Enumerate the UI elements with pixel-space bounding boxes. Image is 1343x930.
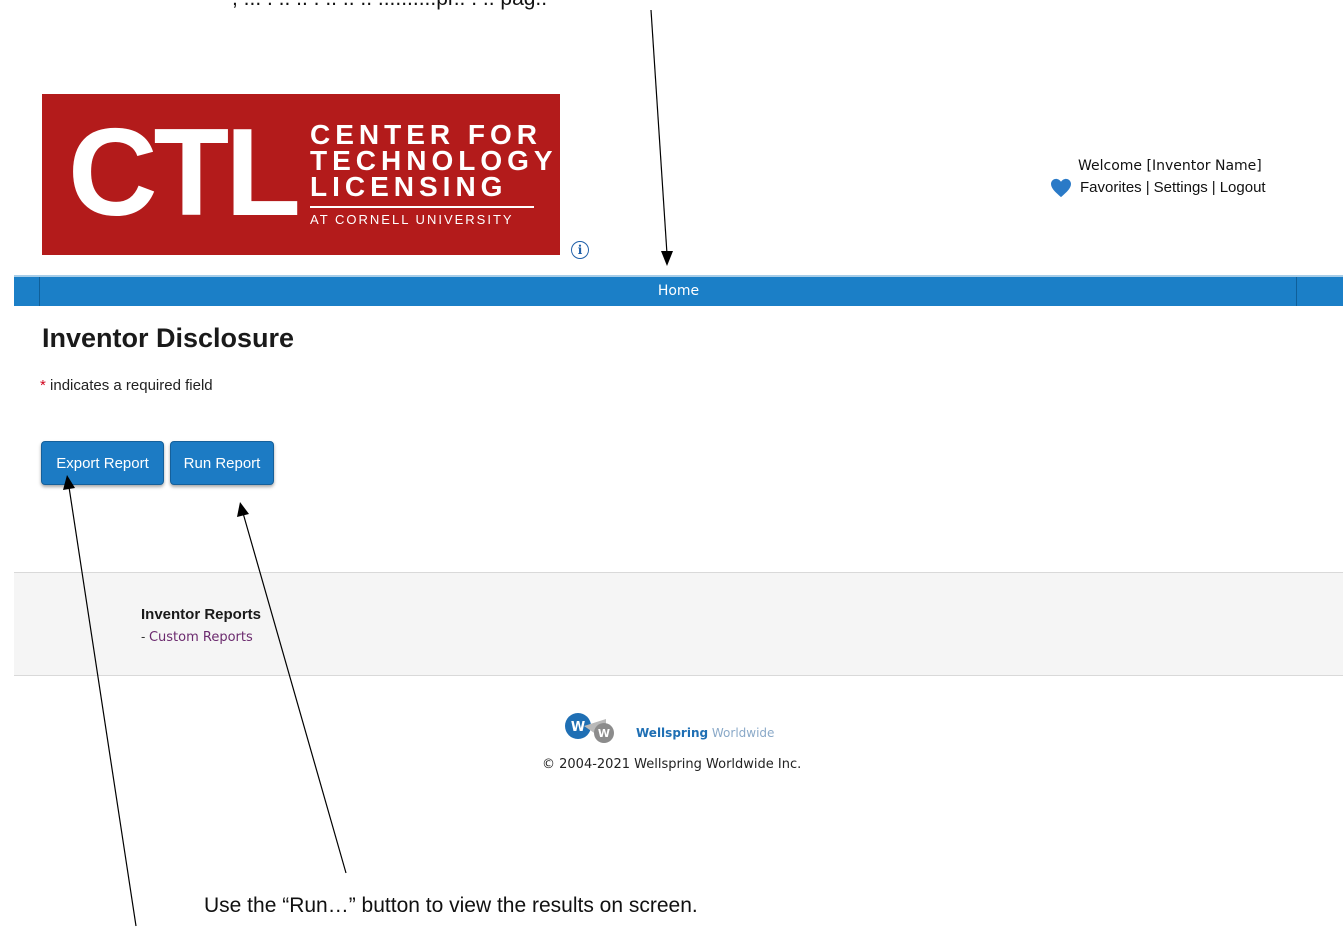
custom-reports-link[interactable]: Custom Reports bbox=[149, 630, 253, 645]
settings-link[interactable]: Settings bbox=[1154, 177, 1208, 198]
logout-link[interactable]: Logout bbox=[1220, 177, 1266, 198]
wellspring-logo-icon: W W bbox=[565, 713, 614, 743]
callout-run-text: Use the “Run…” button to view the result… bbox=[204, 894, 698, 917]
logo-text: CENTER FOR TECHNOLOGY LICENSING AT CORNE… bbox=[310, 121, 558, 227]
brand-light: Worldwide bbox=[708, 726, 775, 740]
list-dash: - bbox=[141, 629, 149, 644]
arrow-line-run bbox=[242, 512, 347, 874]
required-star: * bbox=[40, 377, 46, 394]
custom-reports-item: - Custom Reports bbox=[141, 629, 253, 645]
ctl-logo[interactable]: CTL CENTER FOR TECHNOLOGY LICENSING AT C… bbox=[42, 94, 560, 255]
user-links: Favorites | Settings | Logout bbox=[1050, 177, 1266, 198]
separator: | bbox=[1211, 179, 1216, 196]
run-report-button[interactable]: Run Report bbox=[170, 441, 274, 485]
logo-abbreviation: CTL bbox=[68, 104, 301, 242]
heart-icon[interactable] bbox=[1050, 178, 1072, 198]
nav-bar: Home bbox=[14, 275, 1343, 306]
arrow-line-home bbox=[650, 9, 668, 255]
wellspring-brand: Wellspring Worldwide bbox=[636, 726, 774, 740]
svg-text:W: W bbox=[598, 727, 610, 740]
required-field-note: * indicates a required field bbox=[40, 377, 213, 394]
export-report-button[interactable]: Export Report bbox=[41, 441, 164, 485]
welcome-text: Welcome [Inventor Name] bbox=[1078, 158, 1262, 174]
arrow-head-run bbox=[237, 502, 249, 517]
logo-rule bbox=[310, 206, 534, 208]
favorites-link[interactable]: Favorites bbox=[1080, 177, 1142, 198]
svg-text:W: W bbox=[571, 720, 585, 735]
required-note-text: indicates a required field bbox=[50, 377, 213, 394]
inventor-reports-heading: Inventor Reports bbox=[141, 606, 262, 623]
logo-line-4: AT CORNELL UNIVERSITY bbox=[310, 212, 514, 227]
logo-line-3: LICENSING bbox=[310, 171, 508, 202]
separator: | bbox=[1145, 179, 1150, 196]
user-panel: Welcome [Inventor Name] Favorites | Sett… bbox=[1050, 156, 1266, 198]
copyright-text: © 2004-2021 Wellspring Worldwide Inc. bbox=[542, 757, 802, 772]
arrow-head-home bbox=[661, 251, 673, 266]
info-icon[interactable]: i bbox=[571, 241, 589, 259]
callout-top-text: , ... . .. .. . .. .. .. ..........pr.. … bbox=[232, 0, 547, 11]
inventor-reports-panel: Inventor Reports - Custom Reports bbox=[14, 572, 1343, 676]
page-title: Inventor Disclosure bbox=[42, 323, 295, 353]
brand-bold: Wellspring bbox=[636, 726, 709, 740]
arrow-line-export bbox=[68, 486, 137, 927]
nav-home-link[interactable]: Home bbox=[14, 283, 1343, 299]
